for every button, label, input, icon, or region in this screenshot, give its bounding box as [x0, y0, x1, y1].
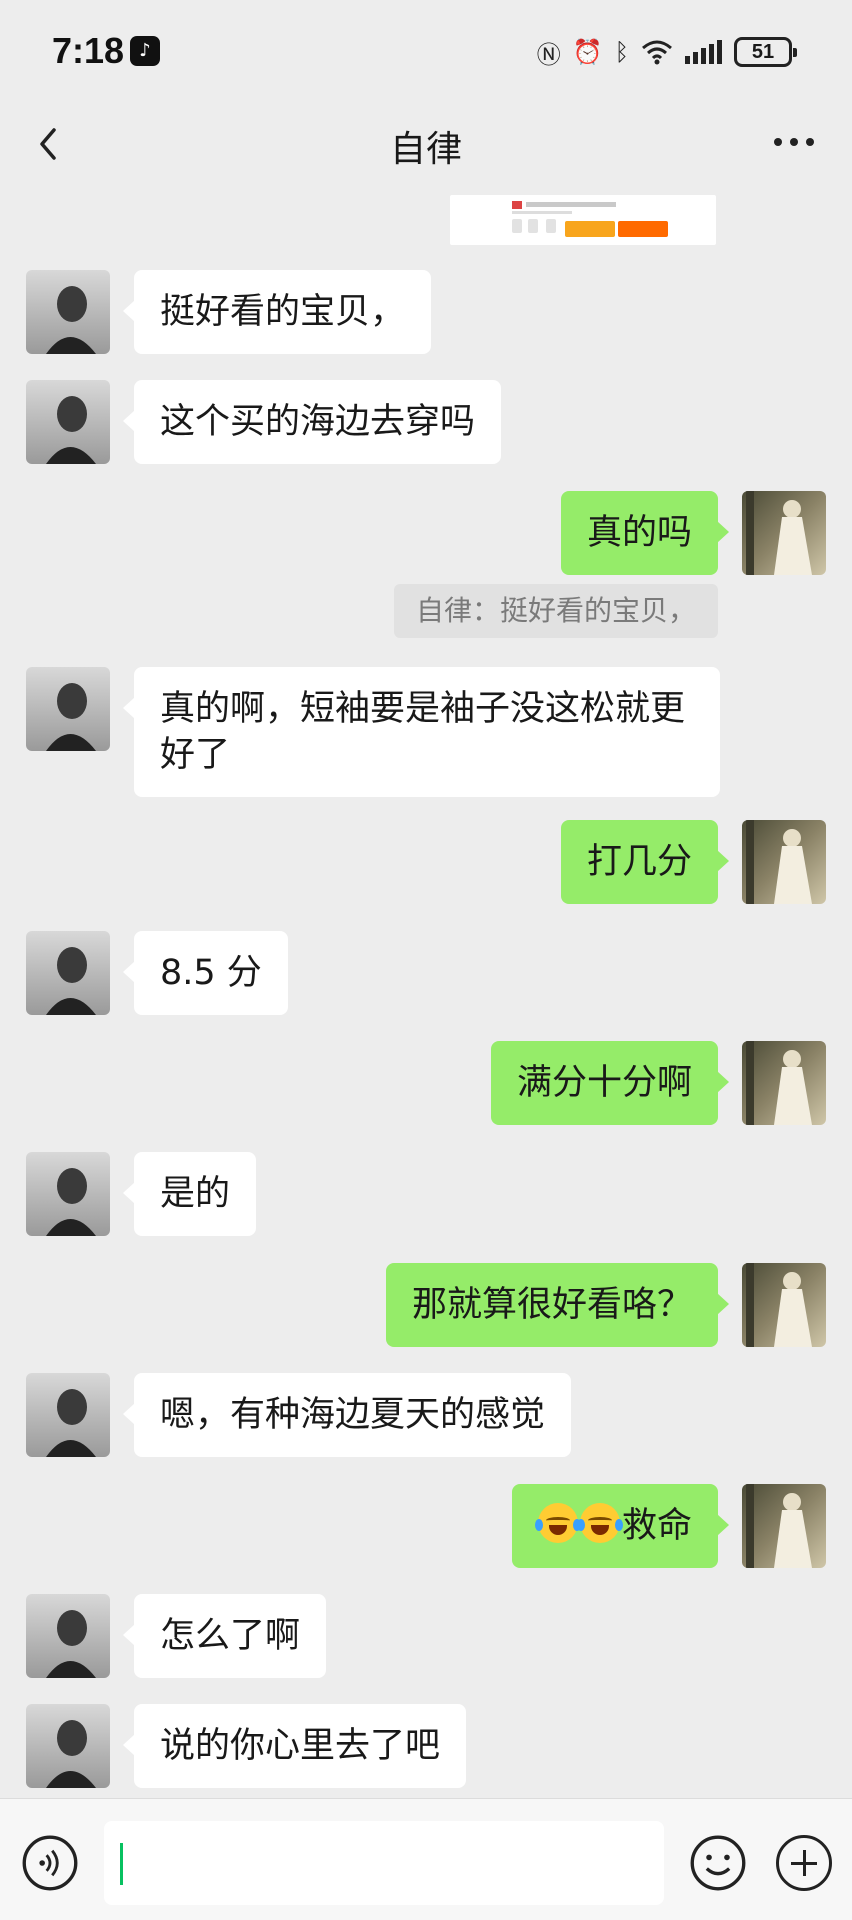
contact-avatar[interactable]	[26, 667, 110, 751]
battery-icon: 51	[734, 37, 797, 67]
nfc-icon: Ⓝ	[536, 40, 561, 69]
contact-avatar[interactable]	[26, 380, 110, 464]
contact-avatar[interactable]	[26, 1704, 110, 1788]
my-avatar[interactable]	[742, 1484, 826, 1568]
laugh-cry-emoji-icon	[534, 1503, 581, 1543]
tiktok-icon: ♪	[130, 36, 160, 66]
contact-avatar[interactable]	[26, 1373, 110, 1457]
contact-avatar[interactable]	[26, 1152, 110, 1236]
text-caret	[120, 1843, 123, 1885]
message-bubble: 救命	[511, 1484, 730, 1568]
card-title-line	[526, 202, 616, 207]
more-dots-icon[interactable]	[774, 138, 814, 146]
card-thumbnail	[512, 201, 522, 209]
message-bubble: 8.5 分	[123, 931, 288, 1015]
emoji-icon[interactable]	[690, 1835, 746, 1891]
message-bubble: 满分十分啊	[490, 1041, 730, 1125]
message-bubble: 说的你心里去了吧	[122, 1704, 467, 1788]
my-avatar[interactable]	[742, 491, 826, 575]
my-avatar[interactable]	[742, 1041, 826, 1125]
status-time: 7:18	[52, 30, 125, 71]
message-text: 救命	[621, 1506, 692, 1546]
alarm-icon: ⏰	[572, 38, 603, 66]
laugh-cry-emoji-icon	[576, 1503, 623, 1543]
message-bubble: 是的	[122, 1152, 257, 1236]
card-service-icon	[528, 219, 538, 233]
message-bubble: 挺好看的宝贝，	[122, 270, 432, 354]
title-bar: 自律	[0, 104, 852, 184]
message-bubble: 这个买的海边去穿吗	[122, 380, 502, 464]
status-bar: 7:18 ♪ Ⓝ ⏰ ᛒ 51	[0, 0, 852, 104]
card-subtitle-line	[512, 211, 572, 214]
my-avatar[interactable]	[742, 1263, 826, 1347]
message-bubble: 那就算很好看咯？	[385, 1263, 730, 1347]
shared-product-card[interactable]	[450, 195, 716, 245]
contact-avatar[interactable]	[26, 270, 110, 354]
voice-icon[interactable]	[22, 1835, 78, 1891]
contact-avatar[interactable]	[26, 931, 110, 1015]
my-avatar[interactable]	[742, 820, 826, 904]
card-favorite-icon	[546, 219, 556, 233]
status-icons: Ⓝ ⏰ ᛒ 51	[536, 34, 797, 70]
plus-icon[interactable]	[776, 1835, 832, 1891]
message-bubble: 真的吗	[560, 491, 730, 575]
wifi-icon	[642, 40, 672, 65]
input-bar	[0, 1798, 852, 1920]
quoted-message[interactable]: 自律：挺好看的宝贝，	[393, 584, 718, 638]
bluetooth-icon: ᛒ	[614, 38, 629, 66]
chat-title: 自律	[389, 129, 462, 170]
signal-icon	[685, 40, 722, 64]
message-bubble: 嗯，有种海边夏天的感觉	[122, 1373, 572, 1457]
message-bubble: 怎么了啊	[122, 1594, 327, 1678]
card-store-icon	[512, 219, 522, 233]
card-buy-button[interactable]	[618, 221, 668, 237]
message-input[interactable]	[104, 1821, 664, 1905]
contact-avatar[interactable]	[26, 1594, 110, 1678]
card-cart-button[interactable]	[565, 221, 615, 237]
message-bubble: 打几分	[560, 820, 730, 904]
message-bubble: 真的啊，短袖要是袖子没这松就更好了	[123, 667, 720, 797]
